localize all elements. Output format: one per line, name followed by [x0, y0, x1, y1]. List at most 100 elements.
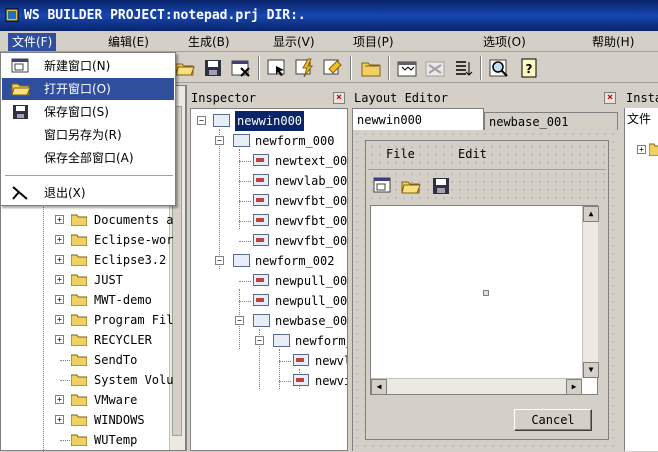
menu-save-window-as[interactable]: 窗口另存为(R) — [2, 124, 174, 146]
select-icon[interactable] — [266, 57, 288, 79]
tree-line — [60, 360, 70, 361]
tree-item[interactable]: + WINDOWS — [1, 410, 169, 430]
inspector-node[interactable]: newvfbt_00 — [191, 211, 347, 231]
menu-options[interactable]: 选项(O) — [479, 33, 530, 51]
tree-item[interactable]: WUTemp — [1, 430, 169, 450]
scroll-left-arrow[interactable]: ◀ — [371, 379, 387, 395]
menu-save-all-windows[interactable]: 保存全部窗口(A) — [2, 147, 174, 169]
layout-editor-close-button[interactable]: × — [604, 92, 616, 104]
inspector-node[interactable]: − newform_000 — [191, 131, 347, 151]
inspector-node[interactable]: newvfbt_00 — [191, 191, 347, 211]
collapse-icon[interactable]: − — [215, 136, 224, 145]
scroll-down-arrow[interactable]: ▼ — [583, 362, 599, 378]
expander-icon[interactable]: + — [55, 275, 64, 284]
save-icon[interactable] — [202, 57, 224, 79]
inspector-node-selected[interactable]: − newwin000 — [191, 111, 347, 131]
tree-item[interactable]: + Documents a — [1, 210, 173, 230]
help-icon[interactable]: ? — [518, 57, 540, 79]
form-horizontal-scrollbar[interactable]: ◀ ▶ — [371, 378, 582, 395]
tree-item[interactable]: System Volu — [1, 370, 173, 390]
build-icon[interactable] — [322, 57, 344, 79]
inspector-node[interactable]: newvl — [191, 351, 348, 371]
generate-icon[interactable] — [294, 57, 316, 79]
tree-item[interactable]: + Eclipse-wor — [1, 230, 173, 250]
tree-item-label: Eclipse3.2 — [94, 253, 167, 267]
instance-tab-file[interactable]: 文件 — [627, 110, 651, 127]
layout-icon[interactable] — [396, 57, 418, 79]
tree-item[interactable]: + VMware — [1, 390, 169, 410]
tree-item[interactable]: SendTo — [1, 350, 169, 370]
folder-icon — [649, 143, 658, 156]
inspector-node[interactable]: − newform_ — [191, 331, 347, 351]
tab-newwin000[interactable]: newwin000 — [352, 108, 484, 130]
tree-item[interactable]: + RECYCLER — [1, 330, 169, 350]
form-vertical-scrollbar[interactable]: ▲ ▼ — [582, 206, 599, 378]
inspector-node[interactable]: newvi — [191, 371, 347, 391]
inspector-node[interactable]: newtext_00 — [191, 151, 347, 171]
menu-edit[interactable]: 编辑(E) — [104, 33, 153, 51]
menu-new-window[interactable]: 新建窗口(N) — [2, 55, 174, 77]
folder-icon[interactable] — [360, 57, 382, 79]
menu-bar: 文件(F) 编辑(E) 生成(B) 显示(V) 项目(P) 选项(O) 帮助(H… — [0, 31, 658, 52]
close-window-icon[interactable] — [230, 57, 252, 79]
designed-window[interactable]: File Edit ▲ ▼ ◀ ▶ Cancel — [365, 140, 609, 440]
expander-icon[interactable]: + — [55, 235, 64, 244]
tree-item[interactable]: + JUST — [1, 270, 169, 290]
expander-icon[interactable]: + — [55, 415, 64, 424]
design-canvas[interactable]: File Edit ▲ ▼ ◀ ▶ Cancel — [352, 130, 618, 451]
inspector-node[interactable]: newvlab_00 — [191, 171, 347, 191]
menu-help[interactable]: 帮助(H) — [588, 33, 638, 51]
inspector-node[interactable]: newvfbt_00 — [191, 231, 347, 251]
expander-icon[interactable]: + — [55, 215, 64, 224]
collapse-icon[interactable]: − — [215, 256, 224, 265]
menu-project[interactable]: 项目(P) — [349, 33, 398, 51]
collapse-icon[interactable]: − — [255, 336, 264, 345]
form-toolbar[interactable] — [368, 169, 606, 201]
collapse-icon[interactable]: − — [197, 116, 206, 125]
tree-line — [239, 181, 251, 182]
resize-handle[interactable] — [483, 290, 489, 296]
open-folder-icon[interactable] — [174, 57, 196, 79]
form-text-area[interactable]: ▲ ▼ ◀ ▶ — [370, 205, 599, 395]
form-menu-file[interactable]: File — [386, 147, 415, 161]
inspector-node-label: newbase_00 — [275, 314, 348, 328]
expander-icon[interactable]: + — [55, 255, 64, 264]
menu-build[interactable]: 生成(B) — [184, 33, 234, 51]
new-window-icon[interactable] — [372, 176, 394, 196]
tree-item[interactable]: + Program Fil — [1, 310, 173, 330]
inspector-node[interactable]: newpull_00 — [191, 291, 347, 311]
menu-exit[interactable]: 退出(X) — [2, 182, 174, 204]
expander-icon[interactable]: + — [55, 395, 64, 404]
align-icon[interactable] — [452, 57, 474, 79]
collapse-icon[interactable]: − — [235, 316, 244, 325]
save-icon[interactable] — [430, 176, 452, 196]
inspector-close-button[interactable]: × — [333, 92, 345, 104]
expander-icon[interactable]: + — [55, 335, 64, 344]
tab-newbase-001[interactable]: newbase_001 — [484, 112, 618, 130]
disabled-tool-icon[interactable] — [424, 57, 446, 79]
menu-file[interactable]: 文件(F) — [8, 33, 57, 51]
scroll-right-arrow[interactable]: ▶ — [566, 379, 582, 395]
inspector-node-label: newvl — [315, 354, 348, 368]
menu-open-window[interactable]: 打开窗口(O) — [2, 78, 174, 100]
menu-view[interactable]: 显示(V) — [269, 33, 319, 51]
form-menubar[interactable]: File Edit — [368, 143, 606, 165]
splitter[interactable] — [186, 85, 189, 451]
inspector-node[interactable]: − newbase_00 — [191, 311, 348, 331]
scroll-track[interactable] — [584, 223, 597, 361]
preview-icon[interactable] — [488, 57, 510, 79]
tree-item[interactable]: + MWT-demo — [1, 290, 169, 310]
expander-icon[interactable]: + — [55, 315, 64, 324]
open-folder-icon[interactable] — [400, 176, 422, 196]
tree-item[interactable]: + Eclipse3.2 — [1, 250, 169, 270]
cancel-button[interactable]: Cancel — [514, 409, 592, 431]
form-menu-edit[interactable]: Edit — [458, 147, 487, 161]
folder-icon — [71, 394, 87, 406]
expander-icon[interactable]: + — [55, 295, 64, 304]
widget-icon — [253, 294, 269, 306]
expander-icon[interactable]: + — [637, 145, 646, 154]
inspector-node[interactable]: newpull_00 — [191, 271, 347, 291]
scroll-up-arrow[interactable]: ▲ — [583, 206, 599, 222]
menu-save-window[interactable]: 保存窗口(S) — [2, 101, 174, 123]
inspector-node[interactable]: − newform_002 — [191, 251, 347, 271]
